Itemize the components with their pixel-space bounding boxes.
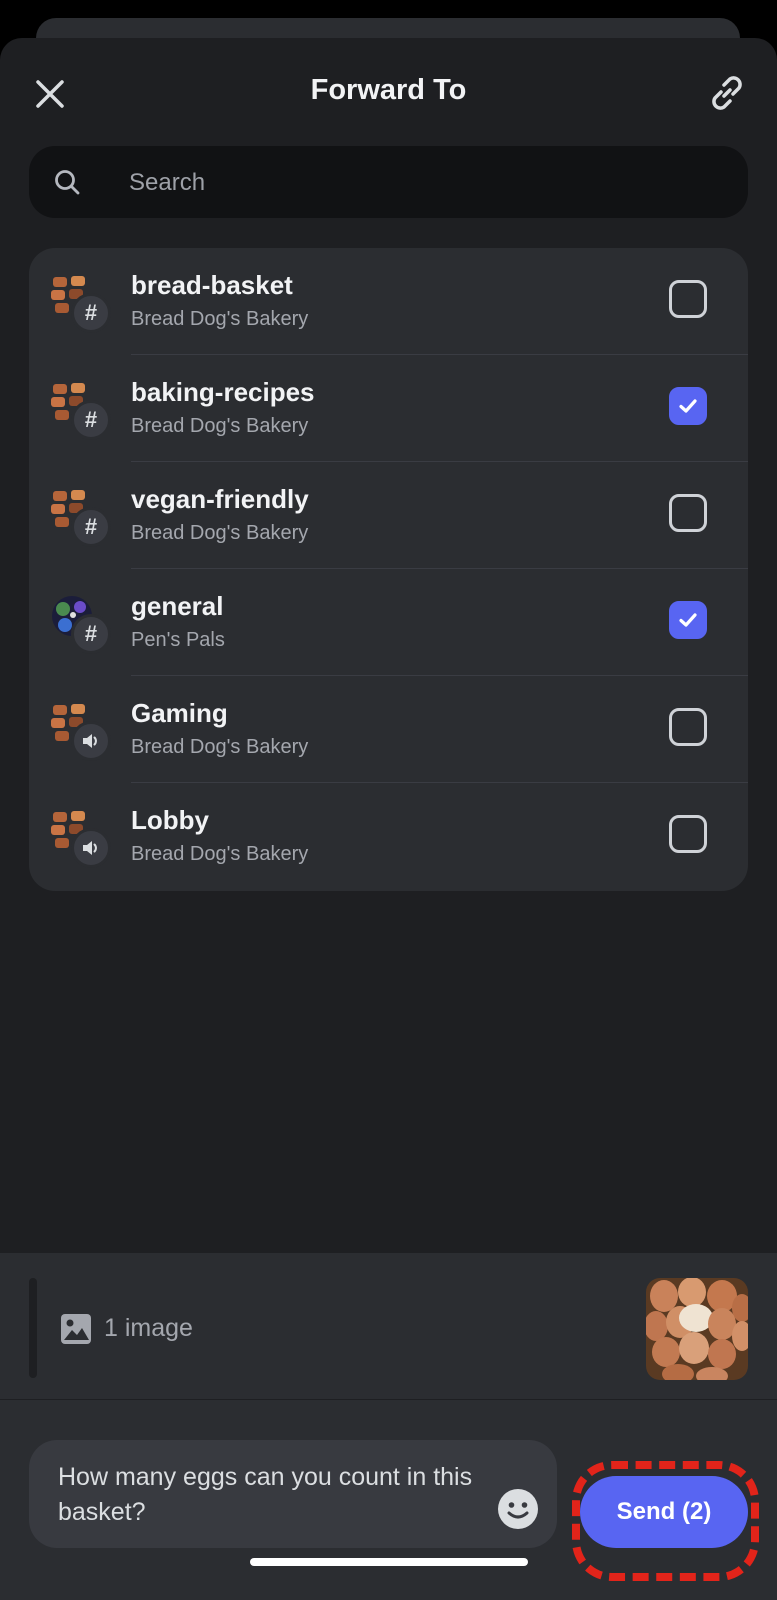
channel-name: bread-basket	[131, 270, 293, 300]
attachment-preview: 1 image	[0, 1253, 777, 1400]
channel-checkbox[interactable]	[669, 708, 707, 746]
attachment-label: 1 image	[104, 1314, 193, 1342]
text-channel-icon: #	[71, 400, 111, 440]
server-name: Bread Dog's Bakery	[131, 843, 309, 865]
text-channel-icon: #	[71, 293, 111, 333]
text-channel-icon: #	[71, 614, 111, 654]
home-indicator	[250, 1558, 528, 1566]
server-name: Bread Dog's Bakery	[131, 522, 309, 544]
search-icon	[53, 168, 81, 196]
forward-sheet: Forward To #	[0, 38, 777, 1600]
list-item[interactable]: # bread-basket Bread Dog's Bakery	[29, 248, 748, 355]
emoji-icon[interactable]	[497, 1488, 539, 1530]
list-item[interactable]: # general Pen's Pals	[29, 569, 748, 676]
channel-checkbox[interactable]	[669, 815, 707, 853]
channel-list: # bread-basket Bread Dog's Bakery # baki…	[29, 248, 748, 891]
channel-name: vegan-friendly	[131, 484, 309, 514]
list-item[interactable]: Lobby Bread Dog's Bakery	[29, 783, 748, 890]
search-bar[interactable]	[29, 146, 748, 220]
channel-name: Gaming	[131, 698, 228, 728]
message-text[interactable]: How many eggs can you count in this bask…	[58, 1460, 498, 1530]
image-icon	[60, 1313, 92, 1345]
server-name: Bread Dog's Bakery	[131, 415, 309, 437]
list-item[interactable]: # vegan-friendly Bread Dog's Bakery	[29, 462, 748, 569]
channel-name: baking-recipes	[131, 377, 315, 407]
channel-name: general	[131, 591, 224, 621]
checkmark-icon	[679, 613, 697, 627]
server-name: Bread Dog's Bakery	[131, 308, 309, 330]
search-input[interactable]	[127, 146, 721, 220]
channel-checkbox[interactable]	[669, 280, 707, 318]
list-item[interactable]: Gaming Bread Dog's Bakery	[29, 676, 748, 783]
speaker-icon	[71, 721, 111, 761]
link-icon[interactable]	[704, 70, 750, 116]
channel-checkbox[interactable]	[669, 387, 707, 425]
text-channel-icon: #	[71, 507, 111, 547]
speaker-icon	[71, 828, 111, 868]
list-item[interactable]: # baking-recipes Bread Dog's Bakery	[29, 355, 748, 462]
page-title: Forward To	[310, 74, 467, 106]
compose-panel: 1 image How many eggs can you count in t…	[0, 1253, 777, 1600]
header: Forward To	[0, 38, 777, 148]
channel-checkbox[interactable]	[669, 601, 707, 639]
channel-checkbox[interactable]	[669, 494, 707, 532]
message-input[interactable]: How many eggs can you count in this bask…	[29, 1440, 557, 1548]
quote-bar	[29, 1278, 37, 1378]
send-button[interactable]: Send (2)	[580, 1476, 748, 1548]
server-name: Bread Dog's Bakery	[131, 736, 309, 758]
checkmark-icon	[679, 399, 697, 413]
channel-name: Lobby	[131, 805, 209, 835]
egg-basket-thumbnail	[646, 1278, 748, 1380]
server-name: Pen's Pals	[131, 629, 225, 651]
